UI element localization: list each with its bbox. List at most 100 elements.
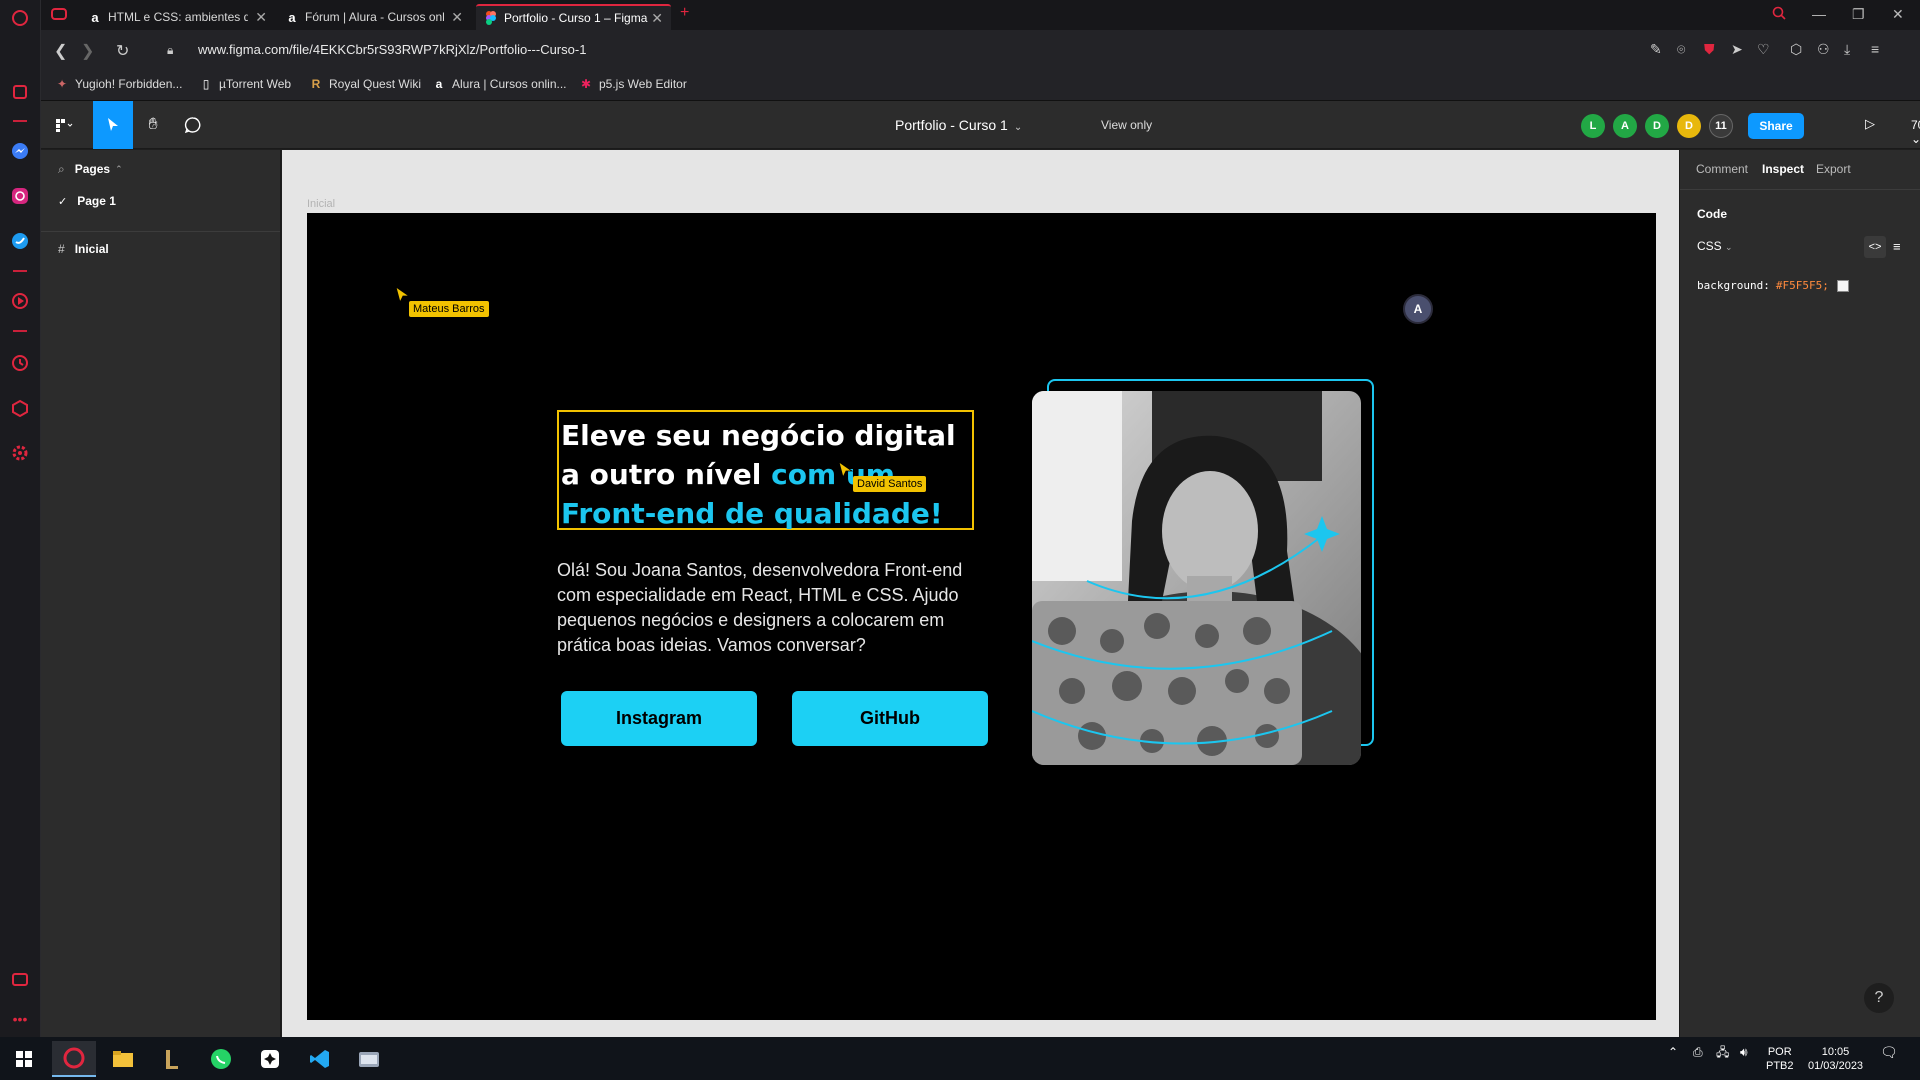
browser-tab-bar: a HTML e CSS: ambientes de ✕ a Fórum | A… <box>41 0 1920 30</box>
cube-icon[interactable]: ⬡ <box>1790 41 1802 58</box>
code-section-title: Code <box>1697 207 1727 221</box>
collaborator-avatar[interactable]: A <box>1403 294 1433 324</box>
show-hidden-icons-icon[interactable]: ⌃ <box>1668 1045 1678 1059</box>
search-icon[interactable]: ⌕ <box>58 162 65 177</box>
design-canvas[interactable]: Inicial Eleve seu negócio digital a outr… <box>282 150 1679 1037</box>
code-view-icon[interactable]: <> <box>1864 236 1886 258</box>
bookmark-alura[interactable]: a Alura | Cursos onlin... <box>432 77 567 91</box>
tab-html-css[interactable]: a HTML e CSS: ambientes de ✕ <box>80 4 275 30</box>
avatar[interactable]: D <box>1677 114 1701 138</box>
help-button[interactable]: ? <box>1864 983 1894 1013</box>
avatar[interactable]: D <box>1645 114 1669 138</box>
snapshot-icon[interactable] <box>10 969 30 989</box>
twitter-icon[interactable] <box>10 231 30 251</box>
heart-icon[interactable]: ♡ <box>1757 41 1770 58</box>
back-arrow-icon[interactable]: ❮ <box>54 41 67 61</box>
hand-tool-icon[interactable]: ✋︎ <box>133 101 173 149</box>
close-tab-icon[interactable]: ✕ <box>651 10 663 27</box>
present-play-icon[interactable]: ▷ <box>1865 116 1875 132</box>
bookmark-yugioh[interactable]: ✦ Yugioh! Forbidden... <box>55 77 182 91</box>
player-icon[interactable] <box>10 291 30 311</box>
notification-icon[interactable]: 🗨︎ <box>1880 1045 1898 1059</box>
github-button[interactable]: GitHub <box>792 691 988 746</box>
frame-inicial[interactable]: Eleve seu negócio digital a outro nível … <box>307 213 1656 1020</box>
avatar[interactable]: L <box>1581 114 1605 138</box>
adblock-shield-icon[interactable]: ⛊ <box>1704 41 1715 58</box>
share-arrow-icon[interactable]: ➤ <box>1731 41 1743 58</box>
url-field[interactable]: www.figma.com/file/4EKKCbr5rS93RWP7kRjXl… <box>198 42 586 57</box>
chevron-up-icon: ⌃ <box>115 163 123 174</box>
share-button[interactable]: Share <box>1748 113 1804 139</box>
messenger-icon[interactable] <box>10 141 30 161</box>
app-window-icon[interactable] <box>347 1041 391 1077</box>
opera-taskbar-icon[interactable] <box>52 1041 96 1077</box>
pages-header[interactable]: ⌕ Pages ⌃ <box>41 160 280 178</box>
volume-icon[interactable]: 🔊︎ <box>1740 1045 1748 1059</box>
code-language-select[interactable]: CSS ⌄ <box>1697 239 1733 253</box>
search-tabs-icon[interactable] <box>1772 6 1786 23</box>
address-bar: ❮ ❯ ↻ 🔒︎ www.figma.com/file/4EKKCbr5rS93… <box>41 30 1920 70</box>
color-swatch <box>1836 279 1849 292</box>
instagram-button[interactable]: Instagram <box>561 691 757 746</box>
whatsapp-icon[interactable] <box>199 1041 243 1077</box>
layers-panel: ⌕ Pages ⌃ ✓ Page 1 # Inicial <box>41 150 281 1037</box>
hero-headline[interactable]: Eleve seu negócio digital a outro nível … <box>557 410 974 530</box>
restore-icon[interactable]: ❐ <box>1852 6 1865 23</box>
viewer-count-badge[interactable]: 11 <box>1709 114 1733 138</box>
avatar[interactable]: A <box>1613 114 1637 138</box>
extensions-icon[interactable] <box>10 398 30 418</box>
panel-divider <box>1680 189 1920 190</box>
history-icon[interactable] <box>10 353 30 373</box>
input-language[interactable]: POR PTB2 <box>1766 1045 1794 1073</box>
zoom-menu[interactable]: 70% ⌄ <box>1911 118 1920 146</box>
tab-figma-portfolio[interactable]: Portfolio - Curso 1 – Figma ✕ <box>476 4 671 30</box>
device-icon[interactable]: ⎙ <box>1693 1045 1703 1059</box>
windows-start-icon[interactable] <box>2 1041 46 1077</box>
tab-forum-alura[interactable]: a Fórum | Alura - Cursos onli ✕ <box>277 4 471 30</box>
figma-main-menu-icon[interactable] <box>47 101 81 149</box>
comment-tool-icon[interactable] <box>173 101 213 149</box>
bookmark-royal-quest[interactable]: R Royal Quest Wiki <box>309 77 421 91</box>
instagram-icon[interactable] <box>10 186 30 206</box>
bookmark-p5js[interactable]: ✱ p5.js Web Editor <box>579 77 687 91</box>
page-item-page-1[interactable]: ✓ Page 1 <box>41 192 280 210</box>
css-code-line: background: #F5F5F5; <box>1697 279 1849 292</box>
clock[interactable]: 10:05 01/03/2023 <box>1808 1045 1863 1073</box>
figma-toolbar: ✋︎ Portfolio - Curso 1 ⌄ View only L A D … <box>41 101 1920 149</box>
file-title[interactable]: Portfolio - Curso 1 ⌄ <box>895 117 1022 133</box>
send-to-flow-icon[interactable]: ✎ <box>1650 41 1662 58</box>
new-tab-plus-icon[interactable]: + <box>680 4 689 22</box>
frame-label[interactable]: Inicial <box>307 198 335 210</box>
profile-icon[interactable]: ⚇ <box>1817 41 1830 58</box>
network-icon[interactable]: 🖧︎ <box>1716 1045 1729 1059</box>
download-icon[interactable]: ⤓ <box>1844 41 1850 58</box>
vscode-icon[interactable] <box>298 1041 342 1077</box>
tab-menu-icon[interactable] <box>51 7 67 26</box>
hero-description[interactable]: Olá! Sou Joana Santos, desenvolvedora Fr… <box>557 558 977 658</box>
tab-inspect[interactable]: Inspect <box>1762 162 1804 176</box>
layer-item-inicial[interactable]: # Inicial <box>41 240 280 258</box>
profile-photo[interactable] <box>1032 391 1361 765</box>
close-window-icon[interactable]: ✕ <box>1892 6 1904 23</box>
move-tool-icon[interactable] <box>93 101 133 149</box>
app-icon[interactable] <box>248 1041 292 1077</box>
speed-dial-icon[interactable] <box>10 82 30 102</box>
tab-comment[interactable]: Comment <box>1696 162 1748 176</box>
minimize-icon[interactable]: — <box>1812 6 1826 22</box>
bookmark-utorrent[interactable]: ▯ µTorrent Web <box>199 77 291 91</box>
camera-icon[interactable]: ⌾ <box>1677 41 1685 58</box>
close-tab-icon[interactable]: ✕ <box>451 9 463 26</box>
league-client-icon[interactable] <box>150 1041 194 1077</box>
forward-arrow-icon[interactable]: ❯ <box>81 41 94 61</box>
opera-logo-icon[interactable] <box>10 8 30 28</box>
more-options-icon[interactable]: ••• <box>10 1009 30 1029</box>
list-view-icon[interactable]: ≡ <box>1893 239 1901 254</box>
close-tab-icon[interactable]: ✕ <box>255 9 267 26</box>
tab-export[interactable]: Export <box>1816 162 1851 176</box>
inspect-panel: Comment Inspect Export Code CSS ⌄ <> ≡ b… <box>1679 150 1920 1037</box>
reload-icon[interactable]: ↻ <box>116 41 129 61</box>
settings-gear-icon[interactable] <box>10 443 30 463</box>
menu-icon[interactable]: ≡ <box>1871 41 1879 57</box>
document-icon: ▯ <box>202 77 210 91</box>
file-explorer-icon[interactable] <box>101 1041 145 1077</box>
